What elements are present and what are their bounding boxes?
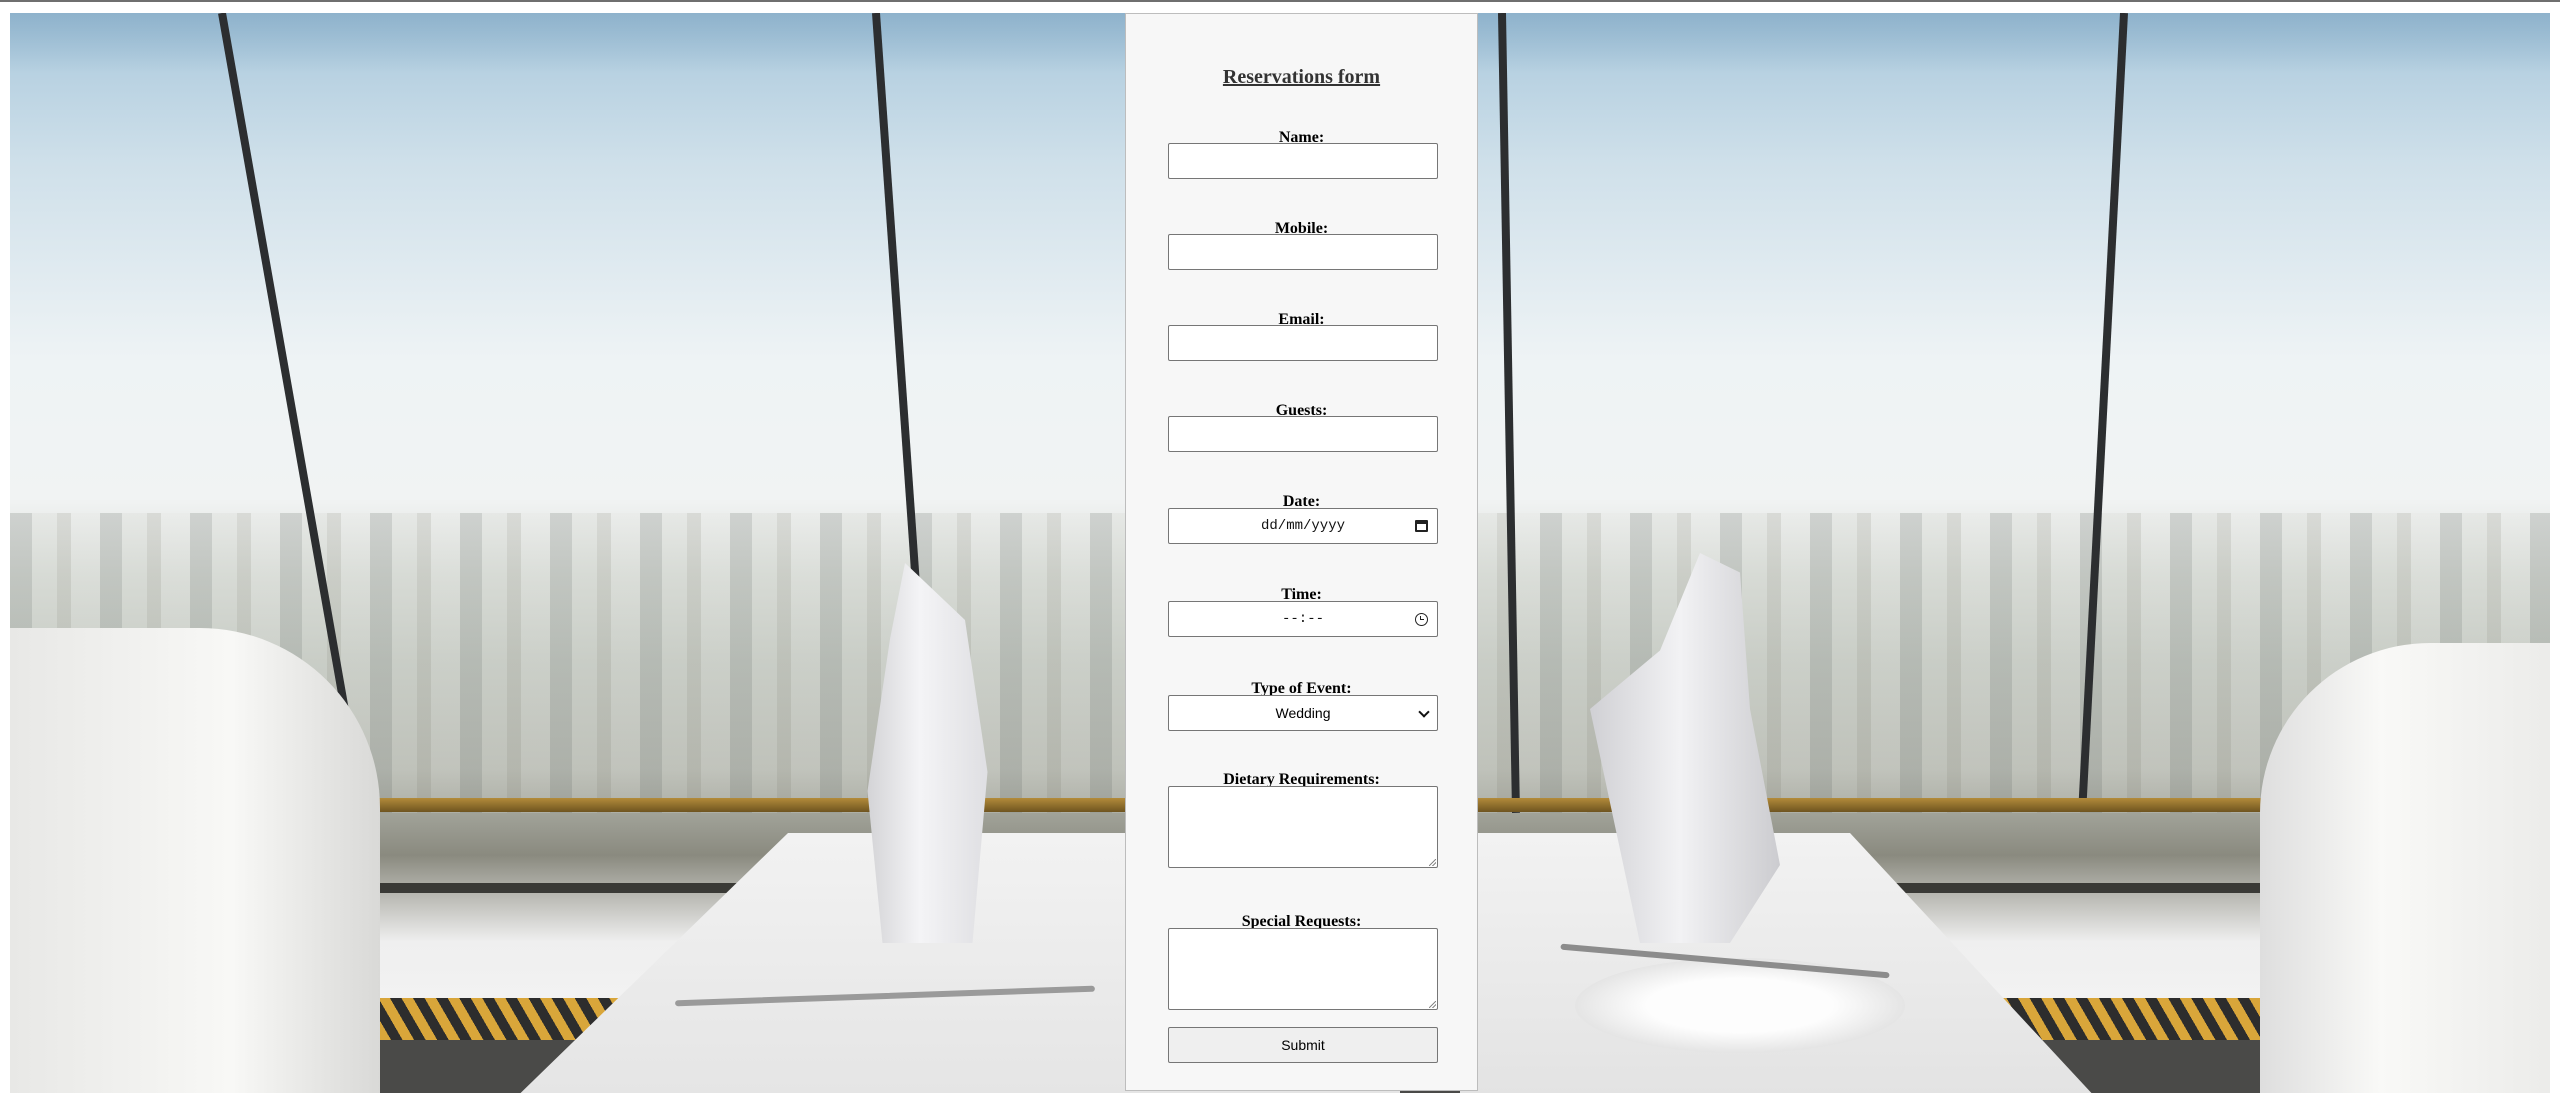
dietary-textarea[interactable] xyxy=(1168,786,1438,868)
time-placeholder: --:-- xyxy=(1281,611,1324,627)
date-input[interactable]: dd/mm/yyyy xyxy=(1168,508,1438,544)
special-requests-textarea[interactable] xyxy=(1168,928,1438,1010)
form-title: Reservations form xyxy=(1222,66,1381,88)
chair-right xyxy=(2260,643,2550,1093)
calendar-icon[interactable] xyxy=(1415,520,1428,532)
top-border xyxy=(0,0,2560,2)
name-input[interactable] xyxy=(1168,143,1438,179)
submit-button[interactable]: Submit xyxy=(1168,1027,1438,1063)
resize-grip-icon[interactable] xyxy=(1429,859,1436,866)
reservation-form-panel: Reservations form Name: Mobile: Email: G… xyxy=(1125,13,1478,1091)
date-placeholder: dd/mm/yyyy xyxy=(1260,518,1345,534)
email-input[interactable] xyxy=(1168,325,1438,361)
guests-input[interactable] xyxy=(1168,416,1438,452)
chair-left xyxy=(10,628,380,1093)
event-type-select[interactable]: Wedding xyxy=(1168,695,1438,731)
time-input[interactable]: --:-- xyxy=(1168,601,1438,637)
clock-icon[interactable] xyxy=(1415,613,1428,626)
resize-grip-icon[interactable] xyxy=(1429,1001,1436,1008)
event-type-selected: Wedding xyxy=(1275,705,1331,721)
mobile-input[interactable] xyxy=(1168,234,1438,270)
